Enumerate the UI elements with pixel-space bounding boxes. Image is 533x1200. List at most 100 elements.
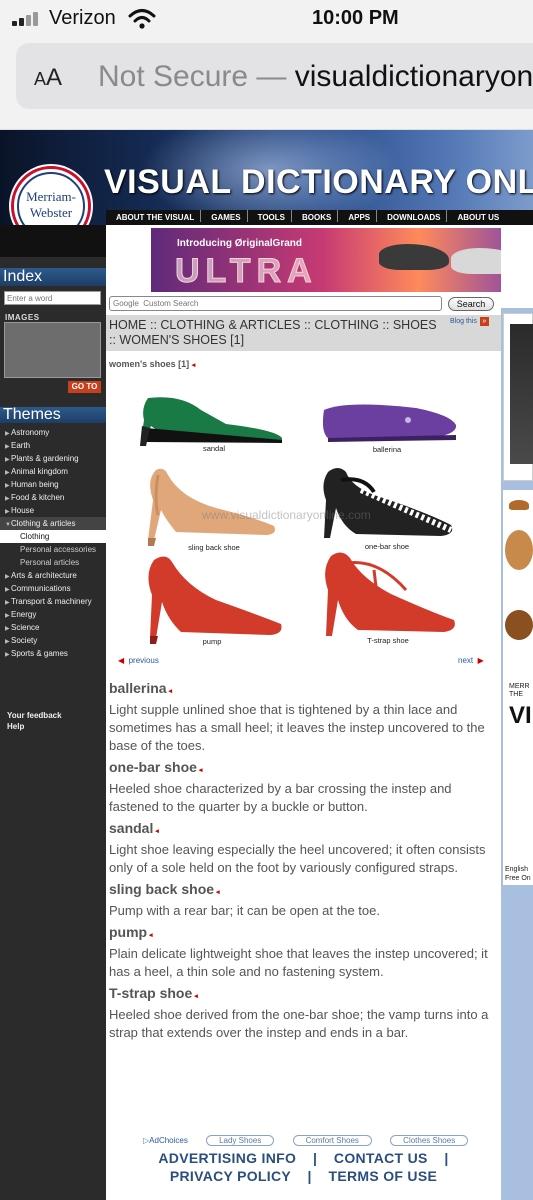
shoe-label-sandal[interactable]: sandal [164, 444, 264, 453]
theme-label: Personal articles [20, 558, 80, 567]
previous-link[interactable]: ◀ previous [118, 656, 159, 665]
themes-list: ▶Astronomy ▶Earth ▶Plants & gardening ▶Anim… [0, 426, 106, 660]
theme-item[interactable]: ▶Science [0, 621, 106, 634]
ad-pill-comfort-shoes[interactable]: Comfort Shoes [292, 1135, 372, 1146]
definition-text: Heeled shoe characterized by a bar cross… [109, 781, 452, 814]
theme-label: Astronomy [11, 428, 50, 437]
shoe-label-one-bar[interactable]: one-bar shoe [337, 542, 437, 551]
theme-label: Earth [11, 441, 31, 450]
right-ad-merriam[interactable]: MERR THE VI English Free On [503, 675, 533, 885]
theme-item[interactable]: ▶Astronomy [0, 426, 106, 439]
reader-options-button[interactable]: AA [34, 64, 62, 92]
definition-term: one-bar shoe ◂ [109, 759, 203, 775]
theme-label: Arts & architecture [11, 571, 77, 580]
wifi-icon [128, 9, 156, 29]
speaker-icon[interactable]: ◂ [197, 767, 203, 774]
clock: 10:00 PM [312, 7, 399, 29]
footer-links-row1[interactable]: ADVERTISING INFO | CONTACT US | [106, 1149, 501, 1167]
index-word-input[interactable] [4, 291, 101, 305]
go-to-button[interactable]: GO TO [68, 381, 101, 393]
carrier-name: Verizon [49, 7, 116, 29]
definition-text: Plain delicate lightweight shoe that lea… [109, 946, 488, 979]
theme-item[interactable]: ▶Transport & machinery [0, 595, 106, 608]
ios-status-bar: Verizon 10:00 PM [0, 0, 533, 38]
theme-label: Sports & games [11, 649, 68, 658]
footer-links-row2[interactable]: PRIVACY POLICY | TERMS OF USE [106, 1167, 501, 1185]
ad-intro-text: Introducing ØriginalGrand [177, 238, 302, 249]
theme-item[interactable]: ▶Earth [0, 439, 106, 452]
theme-label: Energy [11, 610, 37, 619]
index-heading: Index [0, 268, 106, 286]
theme-item[interactable]: ▶Communications [0, 582, 106, 595]
t-strap-shoe-image[interactable] [325, 552, 455, 636]
theme-item[interactable]: ▶Human being [0, 478, 106, 491]
ad-shoe-image [379, 244, 449, 270]
nav-about-us[interactable]: ABOUT US [447, 210, 505, 222]
right-ad-shoes[interactable] [503, 490, 533, 675]
footer-ad-links: ▷AdChoices Lady Shoes Comfort Shoes Clot… [143, 1135, 469, 1146]
one-bar-shoe-image[interactable] [323, 468, 453, 538]
nav-books[interactable]: BOOKS [292, 210, 339, 222]
site-title[interactable]: VISUAL DICTIONARY ONLINE [104, 163, 533, 202]
help-link[interactable]: Help [7, 721, 62, 732]
theme-item[interactable]: ▶House [0, 504, 106, 517]
theme-item[interactable]: ▶Plants & gardening [0, 452, 106, 465]
shoe-label-pump[interactable]: pump [162, 637, 262, 646]
shoe-label-sling-back[interactable]: sling back shoe [164, 543, 264, 552]
nav-tools[interactable]: TOOLS [248, 210, 292, 222]
ad-pill-clothes-shoes[interactable]: Clothes Shoes [390, 1135, 469, 1146]
speaker-icon[interactable]: ◂ [192, 993, 198, 1000]
theme-item[interactable]: ▶Society [0, 634, 106, 647]
images-preview-box[interactable] [4, 322, 101, 378]
nav-about-the-visual[interactable]: ABOUT THE VISUAL [106, 210, 202, 222]
url-text[interactable]: Not Secure — visualdictionaryonline.com [98, 60, 533, 94]
speaker-icon[interactable]: ◂ [167, 688, 173, 695]
theme-label: Food & kitchen [11, 493, 65, 502]
themes-heading: Themes [0, 407, 106, 423]
pump-image[interactable] [148, 556, 282, 644]
ultra-shoe-ad[interactable]: Introducing ØriginalGrand ULTRA [151, 228, 533, 292]
speaker-icon[interactable]: ◂ [147, 932, 153, 939]
theme-label: Human being [11, 480, 59, 489]
theme-item[interactable]: ▶Animal kingdom [0, 465, 106, 478]
theme-item[interactable]: ▶Arts & architecture [0, 569, 106, 582]
theme-subitem[interactable]: Personal articles [0, 556, 106, 569]
nav-downloads[interactable]: DOWNLOADS [377, 210, 448, 222]
feedback-link[interactable]: Your feedback [7, 710, 62, 721]
speaker-icon[interactable]: ◂ [153, 828, 159, 835]
theme-label: Clothing & articles [11, 519, 76, 528]
theme-label: Personal accessories [20, 545, 97, 554]
theme-label: Communications [11, 584, 71, 593]
speaker-icon[interactable]: ◂ [214, 889, 220, 896]
ballerina-image[interactable] [322, 404, 457, 442]
breadcrumb[interactable]: HOME :: CLOTHING & ARTICLES :: CLOTHING … [109, 318, 439, 348]
theme-item[interactable]: ▶Sports & games [0, 647, 106, 660]
shoe-label-t-strap[interactable]: T-strap shoe [338, 636, 438, 645]
theme-subitem[interactable]: Clothing [0, 530, 106, 543]
nav-apps[interactable]: APPS [338, 210, 378, 222]
blog-this-link[interactable]: Blog this» [450, 317, 489, 326]
definition-text: Light supple unlined shoe that is tighte… [109, 702, 485, 753]
adchoices-link[interactable]: ▷AdChoices [143, 1136, 188, 1145]
theme-label: Science [11, 623, 40, 632]
speaker-icon[interactable]: ◂ [192, 362, 196, 369]
shoe-label-ballerina[interactable]: ballerina [337, 445, 437, 454]
theme-item[interactable]: ▶Food & kitchen [0, 491, 106, 504]
theme-item[interactable]: ▶Energy [0, 608, 106, 621]
nav-games[interactable]: GAMES [201, 210, 248, 222]
definition-text: Pump with a rear bar; it can be open at … [109, 903, 380, 918]
search-button[interactable]: Search [448, 297, 494, 311]
next-link[interactable]: next ▶ [458, 656, 484, 665]
theme-item[interactable]: ▼Clothing & articles [0, 517, 106, 530]
ad-pill-lady-shoes[interactable]: Lady Shoes [206, 1135, 275, 1146]
definition-term: pump ◂ [109, 924, 153, 940]
google-search-input[interactable] [109, 296, 442, 311]
theme-subitem[interactable]: Personal accessories [0, 543, 106, 556]
sandal-image[interactable] [140, 397, 282, 446]
right-ad-image[interactable] [503, 313, 533, 481]
top-navigation: ABOUT THE VISUAL GAMES TOOLS BOOKS APPS DOWNL… [106, 210, 533, 225]
browser-toolbar: AA Not Secure — visualdictionaryonline.c… [0, 38, 533, 130]
definition-text: Heeled shoe derived from the one-bar sho… [109, 1007, 489, 1040]
footer-links: ADVERTISING INFO | CONTACT US | PRIVACY … [106, 1149, 501, 1185]
address-bar[interactable]: AA Not Secure — visualdictionaryonline.c… [16, 43, 533, 109]
